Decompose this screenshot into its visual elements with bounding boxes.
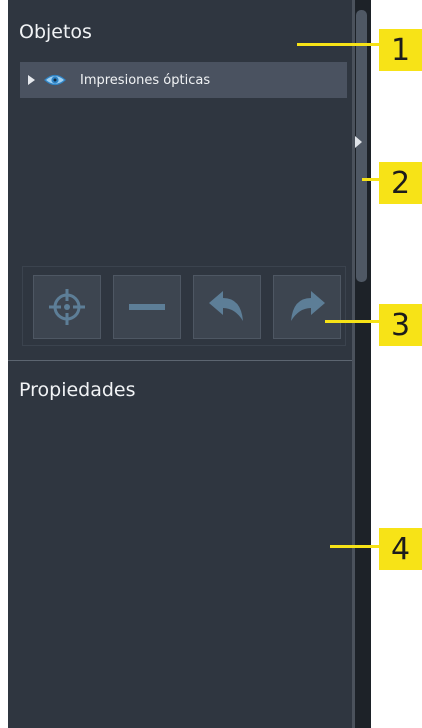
objects-title: Objetos (19, 21, 92, 43)
tree-item-label: Impresiones ópticas (80, 72, 211, 88)
collapse-arrow-icon[interactable] (355, 136, 362, 148)
tree-item-impresiones-opticas[interactable]: Impresiones ópticas (20, 62, 347, 98)
crosshair-icon (49, 289, 85, 325)
callout-1-leader (297, 43, 379, 46)
expand-arrow-icon[interactable] (28, 75, 35, 85)
redo-button[interactable] (273, 275, 341, 339)
undo-button[interactable] (193, 275, 261, 339)
callout-2: 2 (379, 162, 422, 204)
undo-icon (209, 291, 243, 321)
callout-4: 4 (379, 528, 422, 570)
callout-3: 3 (379, 304, 422, 346)
callout-2-leader (362, 178, 379, 181)
callout-3-leader (325, 320, 379, 323)
callout-4-leader (330, 545, 379, 548)
objects-panel: Objetos Impresiones ópticas (8, 0, 352, 360)
remove-button[interactable] (113, 275, 181, 339)
eye-icon[interactable] (44, 73, 66, 87)
properties-title: Propiedades (19, 379, 136, 401)
callout-1: 1 (379, 29, 422, 71)
properties-panel: Propiedades (8, 360, 352, 728)
objects-toolbar (22, 266, 346, 346)
redo-icon (291, 291, 325, 321)
focus-button[interactable] (33, 275, 101, 339)
minus-icon (129, 304, 165, 310)
